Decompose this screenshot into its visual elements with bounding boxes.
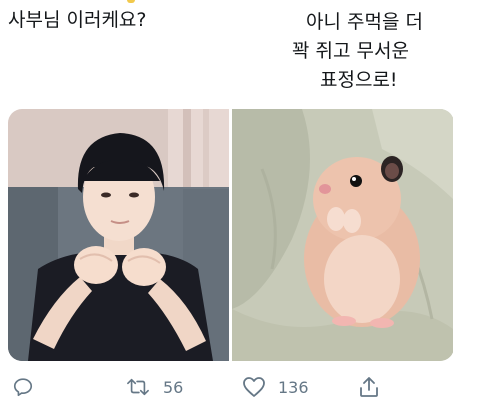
caption-right-line-2: 꽉 쥐고 무서운: [292, 40, 409, 62]
tweet-actions: 56 136: [0, 372, 480, 402]
share-icon: [358, 375, 380, 399]
retweet-icon: [125, 376, 151, 398]
like-count: 136: [278, 377, 309, 397]
person-fists-photo[interactable]: [8, 109, 229, 361]
share-button[interactable]: [358, 372, 380, 402]
caption-left: 사부님 이러케요?: [8, 9, 147, 31]
retweet-count: 56: [163, 377, 184, 397]
retweet-button[interactable]: 56: [125, 372, 183, 402]
tweet-media[interactable]: [8, 109, 454, 361]
hamster-photo[interactable]: [232, 109, 453, 361]
caption-right-line-1: 아니 주먹을 더: [306, 11, 423, 33]
reply-icon: [12, 376, 34, 398]
top-accent-mark: [127, 0, 135, 3]
heart-icon: [242, 376, 266, 398]
like-button[interactable]: 136: [242, 372, 309, 402]
caption-right: 아니 주먹을 더 꽉 쥐고 무서운 표정으로!: [286, 8, 466, 95]
reply-button[interactable]: [12, 372, 34, 402]
caption-right-line-3: 표정으로!: [320, 69, 398, 91]
